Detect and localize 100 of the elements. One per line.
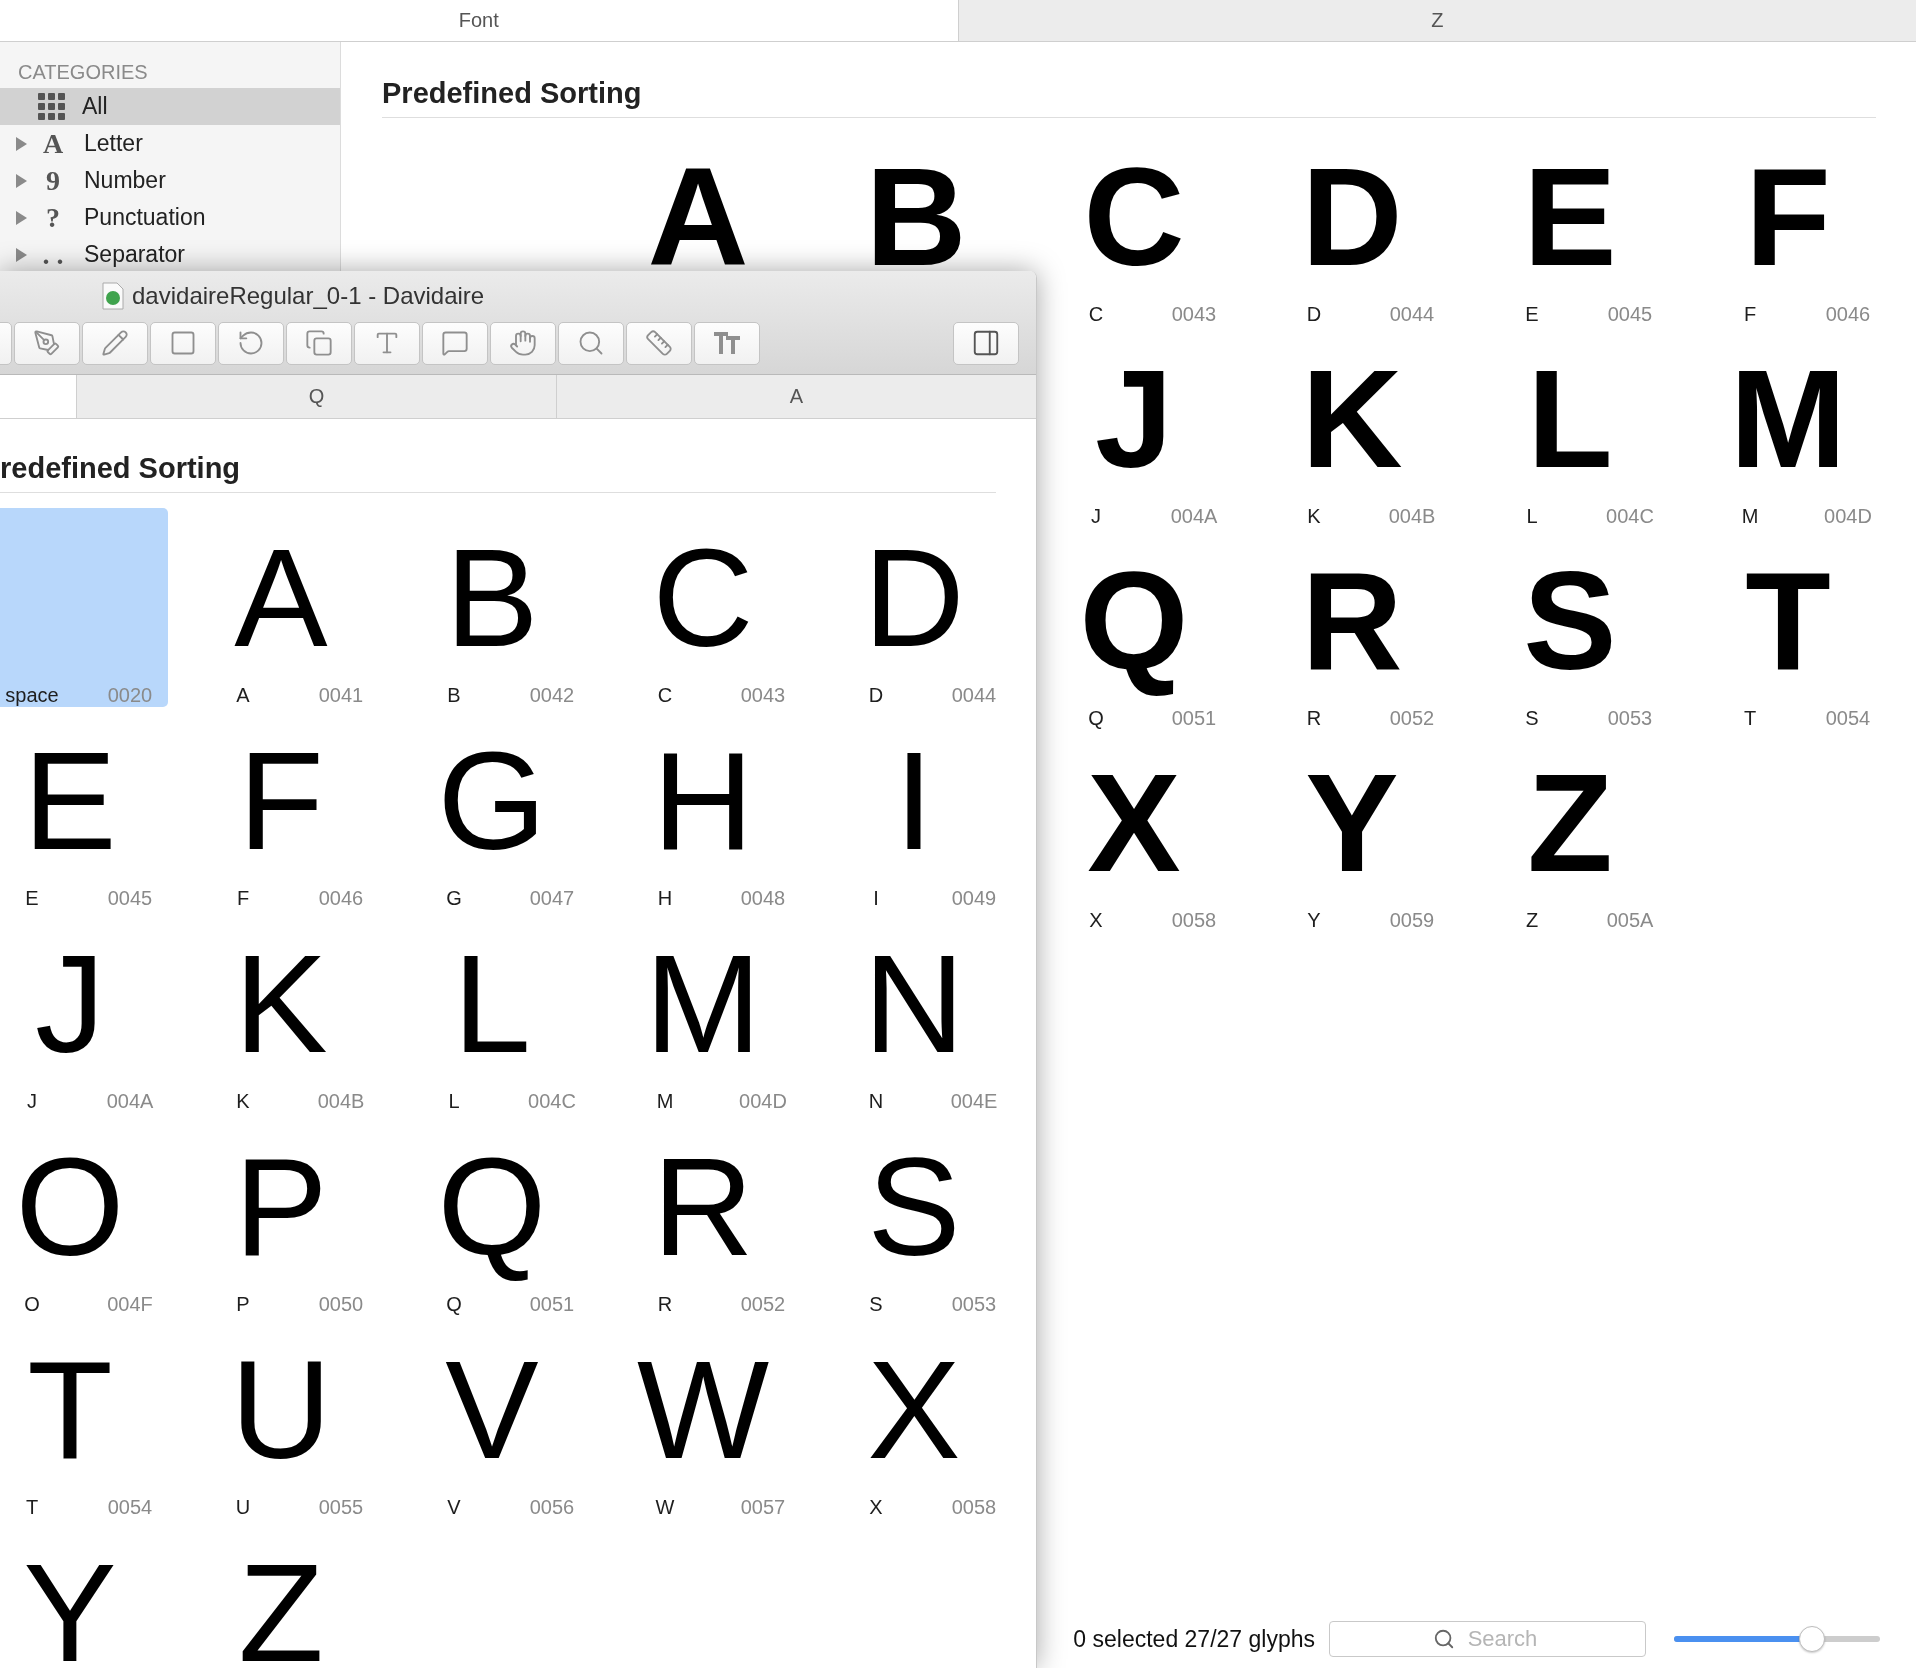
sidebar-item[interactable]: 9 Number — [0, 162, 340, 199]
glyph-cell[interactable]: E E 0045 — [0, 711, 168, 910]
glyph-cell[interactable]: F F 0046 — [1690, 152, 1886, 326]
glyph-cell[interactable]: F F 0046 — [183, 711, 379, 910]
toolbar-button[interactable] — [286, 321, 352, 365]
sidebar-item[interactable]: A Letter — [0, 125, 340, 162]
glyph-cell[interactable]: B B 0042 — [394, 508, 590, 707]
glyph-cell[interactable]: W W 0057 — [605, 1320, 801, 1519]
window-title: davidaireRegular_0-1 - Davidaire — [132, 282, 485, 310]
glyph-cell[interactable]: X X 0058 — [816, 1320, 1012, 1519]
glyph-cell[interactable]: L L 004C — [1472, 354, 1668, 528]
pencil-icon — [101, 329, 129, 357]
glyph-cell[interactable]: P P 0050 — [183, 1117, 379, 1316]
glyph-cell[interactable]: D D 0044 — [1254, 152, 1450, 326]
category-glyph: 9 — [45, 165, 61, 196]
glyph-cell[interactable]: G G 0047 — [394, 711, 590, 910]
glyph-name: Q — [1088, 706, 1104, 730]
glyph-cell[interactable]: H H 0048 — [605, 711, 801, 910]
sidebar-header: CATEGORIES — [17, 60, 148, 85]
rotate-icon — [237, 329, 265, 357]
glyph-cell[interactable]: O O 004F — [0, 1117, 168, 1316]
glyph-name: V — [447, 1495, 461, 1519]
glyph-code: 004E — [950, 1089, 998, 1113]
glyph-preview: E — [22, 746, 118, 872]
glyph-cell[interactable]: R R 0052 — [1254, 556, 1450, 730]
glyph-cell[interactable]: N N 004E — [816, 914, 1012, 1113]
glyph-cell[interactable]: M M 004D — [605, 914, 801, 1113]
glyph-cell[interactable]: M M 004D — [1690, 354, 1886, 528]
glyph-cell[interactable]: V V 0056 — [394, 1320, 590, 1519]
glyph-name: A — [236, 683, 250, 707]
glyph-code: 004C — [1606, 504, 1654, 528]
disclosure-triangle-icon[interactable] — [14, 209, 28, 226]
glyph-cell[interactable]: S S 0053 — [1472, 556, 1668, 730]
glyph-cell[interactable]: R R 0052 — [605, 1117, 801, 1316]
glyph-cell[interactable]: X X 0058 — [1036, 758, 1232, 932]
glyph-code: 0045 — [107, 886, 153, 910]
sidebar-item[interactable]: . . Separator — [0, 236, 340, 273]
glyph-cell[interactable]: I I 0049 — [816, 711, 1012, 910]
glyph-cell[interactable]: space 0020 — [0, 508, 168, 707]
glyph-cell[interactable]: A A 0041 — [183, 508, 379, 707]
glyph-preview: V — [444, 1355, 540, 1481]
glyph-cell[interactable]: K K 004B — [1254, 354, 1450, 528]
toolbar-button[interactable] — [150, 321, 216, 365]
glyph-cell[interactable]: Z — [183, 1523, 379, 1668]
glyph-cell[interactable]: J J 004A — [1036, 354, 1232, 528]
glyph-cell[interactable]: J J 004A — [0, 914, 168, 1113]
disclosure-triangle-icon[interactable] — [14, 172, 28, 189]
glyph-name: space — [5, 683, 59, 707]
glyph-preview: J — [34, 949, 106, 1075]
glyph-cell[interactable]: Y Y 0059 — [1254, 758, 1450, 932]
toolbar-button[interactable] — [422, 321, 488, 365]
glyph-code: 004D — [739, 1089, 787, 1113]
glyph-name: T — [1743, 706, 1757, 730]
glyph-cell[interactable]: L L 004C — [394, 914, 590, 1113]
glyph-cell[interactable]: T T 0054 — [1690, 556, 1886, 730]
glyph-cell[interactable]: U U 0055 — [183, 1320, 379, 1519]
glyph-cell[interactable]: S S 0053 — [816, 1117, 1012, 1316]
section-heading: redefined Sorting — [0, 451, 241, 486]
glyph-preview: E — [1522, 162, 1618, 288]
glyph-preview: X — [1086, 768, 1182, 894]
glyph-preview: R — [651, 1152, 755, 1278]
glyph-cell[interactable]: E E 0045 — [1472, 152, 1668, 326]
sidebar-item[interactable]: ? Punctuation — [0, 199, 340, 236]
glyph-cell[interactable]: D D 0044 — [816, 508, 1012, 707]
zoom-slider[interactable] — [1674, 1626, 1880, 1652]
slider-thumb[interactable] — [1799, 1626, 1825, 1652]
toolbar-button[interactable] — [558, 321, 624, 365]
glyph-preview: P — [233, 1152, 329, 1278]
toolbar-button[interactable] — [82, 321, 148, 365]
toolbar-button[interactable] — [694, 321, 760, 365]
glyph-cell[interactable]: Z Z 005A — [1472, 758, 1668, 932]
glyph-name: Q — [446, 1292, 462, 1316]
glyph-cell[interactable]: Q Q 0051 — [394, 1117, 590, 1316]
toolbar-button[interactable] — [218, 321, 284, 365]
glyph-cell[interactable]: C C 0043 — [605, 508, 801, 707]
glyph-code: 0046 — [318, 886, 364, 910]
disclosure-triangle-icon[interactable] — [14, 135, 28, 152]
glyph-cell[interactable]: A — [600, 152, 796, 272]
glyph-cell[interactable]: C C 0043 — [1036, 152, 1232, 326]
glyph-cell[interactable]: Y — [0, 1523, 168, 1668]
glyph-code: 004C — [528, 1089, 576, 1113]
toolbar-button[interactable] — [490, 321, 556, 365]
glyph-code: 0020 — [107, 683, 153, 707]
toolbar-button[interactable] — [14, 321, 80, 365]
disclosure-triangle-icon[interactable] — [14, 246, 28, 263]
glyph-cell[interactable]: K K 004B — [183, 914, 379, 1113]
glyph-cell[interactable]: T T 0054 — [0, 1320, 168, 1519]
glyph-name: O — [24, 1292, 40, 1316]
toolbar-button[interactable] — [354, 321, 420, 365]
search-field[interactable]: Search — [1329, 1621, 1646, 1657]
sidebar-toggle-button[interactable] — [953, 321, 1019, 365]
glyph-name: K — [236, 1089, 250, 1113]
toolbar-button[interactable] — [626, 321, 692, 365]
glyph-cell[interactable]: B — [818, 152, 1014, 272]
glyph-name: W — [655, 1495, 675, 1519]
glyph-preview: S — [866, 1152, 962, 1278]
glyph-cell[interactable]: Q Q 0051 — [1036, 556, 1232, 730]
sidebar-item[interactable]: All — [0, 88, 340, 125]
glyph-code: 0059 — [1389, 908, 1435, 932]
tab[interactable]: Font — [0, 0, 959, 41]
